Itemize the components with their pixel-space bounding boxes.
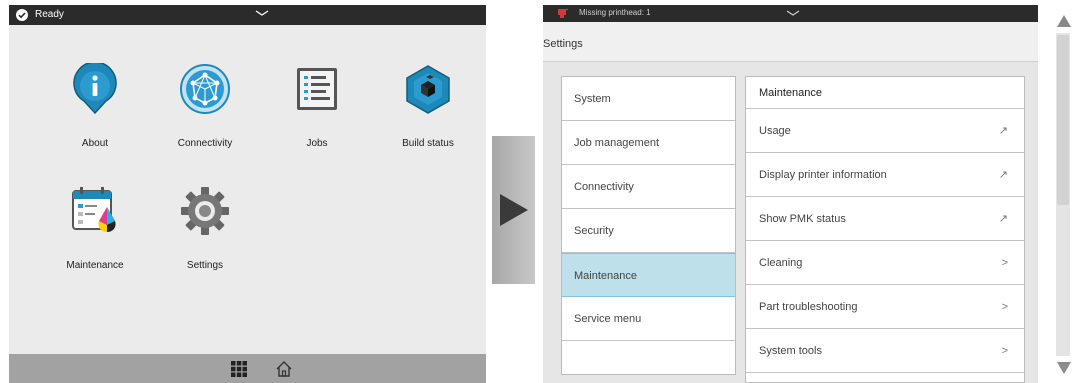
detail-header: Maintenance	[746, 77, 1024, 109]
settings-screen: Missing printhead: 1 Settings System Job…	[543, 5, 1038, 383]
detail-item-label: Cleaning	[759, 257, 803, 269]
build-cubes-icon	[406, 65, 450, 114]
app-label: Settings	[186, 260, 224, 271]
menu-item-connectivity[interactable]: Connectivity	[562, 165, 735, 209]
app-maintenance[interactable]: Maintenance	[40, 185, 150, 271]
status-text: Ready	[35, 9, 64, 20]
app-about[interactable]: About	[40, 63, 150, 149]
play-arrow-icon	[500, 194, 528, 226]
chevron-down-icon[interactable]	[255, 8, 269, 18]
home-icon[interactable]	[275, 360, 293, 378]
app-settings[interactable]: Settings	[150, 185, 260, 271]
app-connectivity[interactable]: Connectivity	[150, 63, 260, 149]
detail-item-label: Part troubleshooting	[759, 301, 858, 313]
menu-item-job-management[interactable]: Job management	[562, 121, 735, 165]
app-build-status[interactable]: Build status	[373, 63, 483, 149]
grid-icon[interactable]	[230, 360, 248, 378]
chevron-right-icon: >	[1001, 301, 1008, 313]
info-pin-icon	[73, 63, 117, 115]
detail-item-label: Display printer information	[759, 169, 887, 181]
scroll-down-icon[interactable]	[1057, 362, 1071, 374]
detail-item-system-tools[interactable]: System tools >	[746, 329, 1024, 373]
status-bar[interactable]: Ready	[9, 5, 486, 25]
detail-item-show-pmk-status[interactable]: Show PMK status ↗	[746, 197, 1024, 241]
vertical-scrollbar[interactable]	[1047, 5, 1073, 383]
gear-icon	[181, 187, 229, 235]
job-list-icon	[297, 68, 337, 110]
page-title-bar: Settings	[543, 22, 1038, 62]
detail-item-part-troubleshooting[interactable]: Part troubleshooting >	[746, 285, 1024, 329]
detail-item-label: Show PMK status	[759, 213, 846, 225]
transition-arrow	[492, 136, 535, 284]
external-arrow-icon: ↗	[998, 169, 1008, 181]
scroll-up-icon[interactable]	[1057, 15, 1071, 27]
bottom-nav-bar	[9, 354, 486, 383]
chevron-right-icon: >	[1001, 257, 1008, 269]
maintenance-calendar-icon	[72, 187, 116, 233]
detail-item-cleaning[interactable]: Cleaning >	[746, 241, 1024, 285]
app-jobs[interactable]: Jobs	[262, 63, 372, 149]
detail-item-usage[interactable]: Usage ↗	[746, 109, 1024, 153]
app-label: Connectivity	[177, 138, 233, 149]
network-globe-icon	[180, 64, 230, 114]
warning-printhead-icon	[558, 8, 569, 18]
chevron-right-icon: >	[1001, 345, 1008, 357]
app-label: Build status	[402, 138, 454, 149]
app-label: About	[81, 138, 109, 149]
menu-item-security[interactable]: Security	[562, 209, 735, 253]
home-screen: Ready About Connectivity Jobs Build stat…	[9, 5, 486, 383]
detail-item-display-printer-information[interactable]: Display printer information ↗	[746, 153, 1024, 197]
app-label: Maintenance	[66, 260, 124, 271]
menu-item-service-menu[interactable]: Service menu	[562, 297, 735, 341]
chevron-down-icon[interactable]	[786, 8, 800, 18]
settings-menu: System Job management Connectivity Secur…	[561, 76, 736, 375]
external-arrow-icon: ↗	[998, 213, 1008, 225]
app-label: Jobs	[306, 138, 328, 149]
external-arrow-icon: ↗	[998, 125, 1008, 137]
menu-item-maintenance[interactable]: Maintenance	[562, 253, 735, 297]
maintenance-detail-panel: Maintenance Usage ↗ Display printer info…	[745, 76, 1025, 383]
status-bar[interactable]: Missing printhead: 1	[543, 5, 1038, 22]
scrollbar-thumb[interactable]	[1057, 35, 1069, 205]
detail-item-label: Usage	[759, 125, 791, 137]
page-title: Settings	[543, 38, 583, 50]
menu-item-system[interactable]: System	[562, 77, 735, 121]
detail-item-label: System tools	[759, 345, 822, 357]
status-text: Missing printhead: 1	[579, 8, 651, 17]
check-circle-icon	[16, 9, 28, 21]
